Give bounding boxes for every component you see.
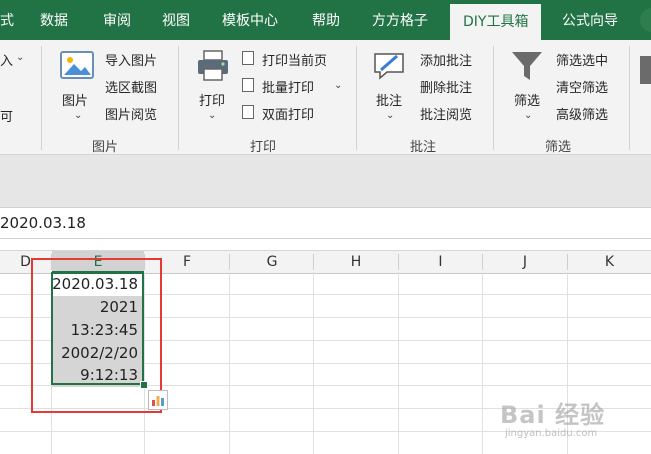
chevron-down-icon: ⌄: [208, 110, 217, 121]
watermark-logo: Bai 经验: [500, 401, 606, 429]
tab-template-center[interactable]: 模板中心: [222, 0, 278, 40]
tab-help[interactable]: 帮助: [312, 0, 340, 40]
tab-fangfang[interactable]: 方方格子: [372, 0, 428, 40]
group-label-comment: 批注: [410, 140, 437, 155]
highlight-annotation-box: [31, 258, 162, 413]
filter-button[interactable]: 筛选 ⌄: [504, 46, 550, 126]
tab-review[interactable]: 审阅: [103, 0, 131, 40]
chevron-down-icon: ⌄: [524, 110, 533, 121]
column-header-h[interactable]: H: [314, 251, 398, 273]
picture-button-label: 图片: [62, 94, 89, 109]
comment-viewer-button[interactable]: 批注阅览: [420, 104, 472, 123]
clear-filter-button[interactable]: 清空筛选: [556, 77, 608, 96]
chevron-down-icon[interactable]: ⌄: [334, 80, 342, 91]
tab-diy-toolbox[interactable]: DIY工具箱: [450, 4, 542, 40]
selection-screenshot-button[interactable]: 选区截图: [105, 77, 157, 96]
comment-button-label: 批注: [376, 94, 403, 109]
duplex-print-button[interactable]: 双面打印: [262, 104, 314, 123]
ribbon-partial-icon[interactable]: [640, 56, 651, 84]
comment-icon: [374, 53, 404, 80]
group-separator: [41, 46, 42, 150]
formula-bar[interactable]: 2020.03.18: [0, 208, 651, 239]
delete-comment-button[interactable]: 删除批注: [420, 77, 472, 96]
print-button[interactable]: 打印 ⌄: [190, 46, 236, 126]
collapsed-toolbar-area: [0, 155, 651, 208]
group-separator: [493, 46, 494, 150]
tab-data[interactable]: 数据: [40, 0, 68, 40]
quick-analysis-icon: [152, 396, 164, 406]
ribbon-partial-label-top[interactable]: 入: [0, 50, 13, 69]
printer-icon: [198, 50, 228, 81]
filter-button-label: 筛选: [514, 94, 541, 109]
column-header-g[interactable]: G: [230, 251, 314, 273]
funnel-icon: [512, 52, 542, 80]
picture-viewer-button[interactable]: 图片阅览: [105, 104, 157, 123]
formula-bar-value[interactable]: 2020.03.18: [0, 214, 86, 232]
account-icon[interactable]: [640, 8, 651, 32]
comment-button[interactable]: 批注 ⌄: [366, 46, 412, 126]
quick-analysis-button[interactable]: [148, 390, 168, 410]
column-header-i[interactable]: I: [399, 251, 482, 273]
tab-formula-partial[interactable]: 式: [0, 0, 14, 40]
batch-print-button[interactable]: 批量打印: [262, 77, 314, 96]
ribbon-partial-label-bottom[interactable]: 可: [0, 106, 13, 125]
watermark-url: jingyan.baidu.com: [505, 428, 598, 439]
batch-print-icon: [242, 78, 254, 92]
picture-button[interactable]: 图片 ⌄: [52, 46, 102, 126]
ribbon-panel: 入 ⌄ 可 图片 ⌄ 导入图片 选区截图 图片阅览 图片 打印 ⌄ 打印当前页 …: [0, 40, 651, 155]
picture-icon: [60, 51, 94, 79]
tab-view[interactable]: 视图: [162, 0, 190, 40]
column-header-k[interactable]: K: [568, 251, 651, 273]
group-separator: [178, 46, 179, 150]
tab-formula-wizard[interactable]: 公式向导: [562, 0, 618, 40]
group-label-picture: 图片: [92, 140, 119, 155]
print-current-page-icon: [242, 51, 254, 65]
group-separator: [629, 46, 630, 150]
group-separator: [356, 46, 357, 150]
filter-selected-button[interactable]: 筛选选中: [556, 50, 608, 69]
chevron-down-icon: ⌄: [386, 110, 395, 121]
column-header-j[interactable]: J: [483, 251, 567, 273]
import-picture-button[interactable]: 导入图片: [105, 50, 157, 69]
add-comment-button[interactable]: 添加批注: [420, 50, 472, 69]
print-current-page-button[interactable]: 打印当前页: [262, 50, 327, 69]
print-button-label: 打印: [199, 94, 226, 109]
chevron-down-icon: ⌄: [74, 110, 83, 121]
advanced-filter-button[interactable]: 高级筛选: [556, 104, 608, 123]
chevron-down-icon[interactable]: ⌄: [16, 52, 24, 63]
group-label-print: 打印: [250, 140, 277, 155]
ribbon-tab-bar: 式 数据 审阅 视图 模板中心 帮助 方方格子 DIY工具箱 公式向导: [0, 0, 651, 40]
duplex-print-icon: [242, 105, 254, 119]
group-label-filter: 筛选: [545, 140, 572, 155]
